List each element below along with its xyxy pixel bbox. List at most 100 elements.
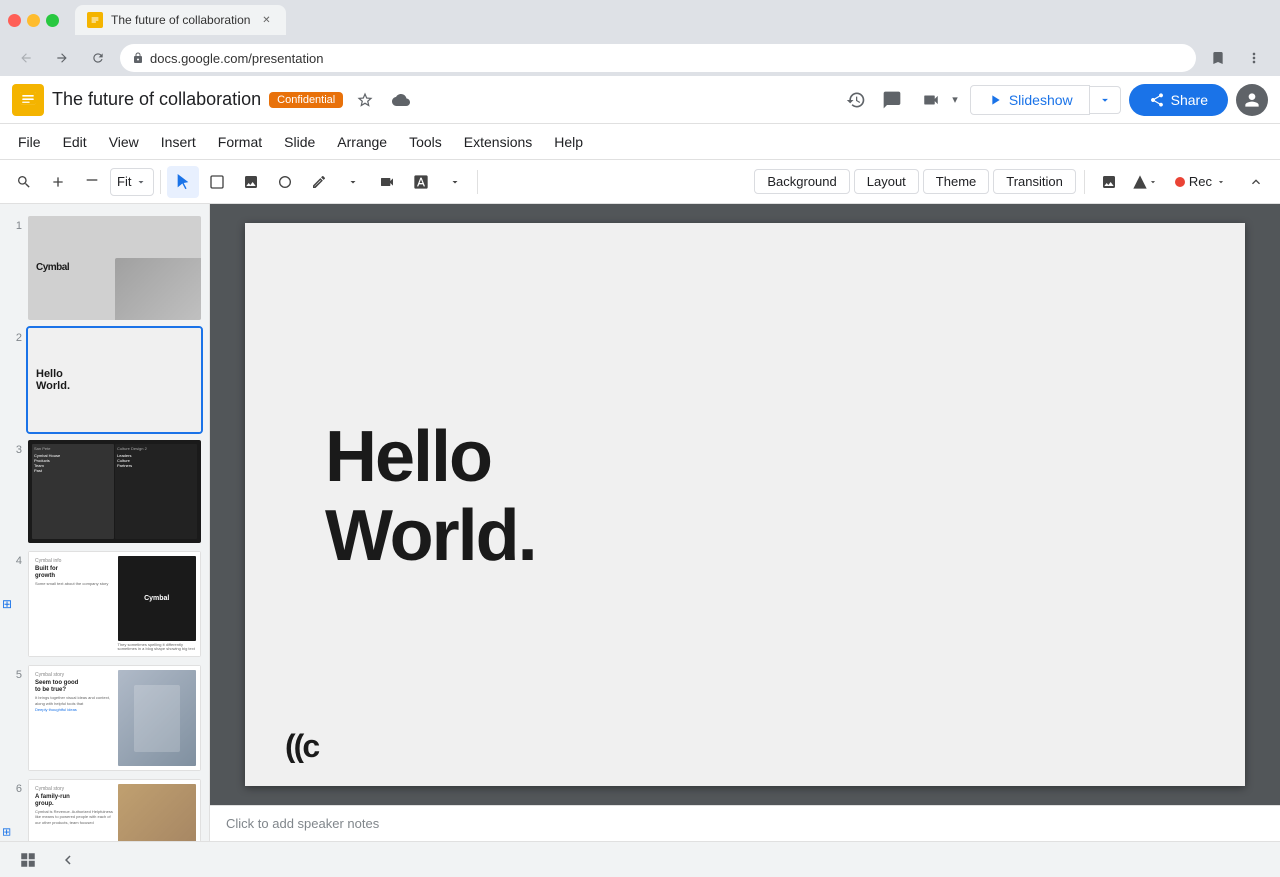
menu-file[interactable]: File: [8, 130, 51, 154]
slide-main-text: Hello World.: [325, 417, 536, 575]
toolbar-divider-3: [1084, 170, 1085, 194]
menu-edit[interactable]: Edit: [53, 130, 97, 154]
slide-thumb-6[interactable]: Cymbal story A family-rungroup. Cymbal i…: [28, 779, 201, 841]
traffic-lights: [8, 14, 59, 27]
collapse-panel-button[interactable]: [52, 844, 84, 876]
menu-arrange[interactable]: Arrange: [327, 130, 397, 154]
slide-logo: ((c: [285, 727, 339, 763]
menu-extensions[interactable]: Extensions: [454, 130, 542, 154]
browser-tab[interactable]: The future of collaboration ✕: [75, 5, 286, 35]
more-options-button[interactable]: [1240, 44, 1268, 72]
line-tool-button[interactable]: [303, 166, 335, 198]
cursor-tool-button[interactable]: [167, 166, 199, 198]
video-tool-button[interactable]: [371, 166, 403, 198]
slide-canvas[interactable]: Hello World. ((c: [245, 223, 1245, 786]
bookmark-button[interactable]: [1204, 44, 1232, 72]
menu-bar: File Edit View Insert Format Slide Arran…: [0, 124, 1280, 160]
menu-help[interactable]: Help: [544, 130, 593, 154]
canvas-container: Hello World. ((c Cli: [210, 204, 1280, 841]
video-button-group: ▾: [914, 87, 962, 113]
slideshow-button[interactable]: Slideshow: [970, 85, 1090, 115]
toolbar-right: Background Layout Theme Transition Rec: [754, 166, 1272, 198]
slide-thumb-4[interactable]: Cymbal info Built forgrowth Some small t…: [28, 551, 201, 657]
slideshow-dropdown-button[interactable]: [1090, 86, 1121, 114]
slide-item-3[interactable]: 3 San Pete Cymbal House Products Team Pa…: [0, 436, 209, 548]
slide-thumb-2[interactable]: HelloWorld.: [28, 328, 201, 432]
reload-button[interactable]: [84, 44, 112, 72]
user-avatar[interactable]: [1236, 84, 1268, 116]
toolbar: Fit Background Layout Theme Transition: [0, 160, 1280, 204]
cymbal-icon: ((c: [285, 727, 337, 763]
menu-tools[interactable]: Tools: [399, 130, 452, 154]
close-window-button[interactable]: [8, 14, 21, 27]
insert-image-button[interactable]: [1093, 166, 1125, 198]
transition-button[interactable]: Transition: [993, 169, 1076, 194]
slide-canvas-content: Hello World. ((c: [245, 223, 1245, 786]
slide-thumb-5[interactable]: Cymbal story Seem too goodto be true? It…: [28, 665, 201, 771]
zoom-selector[interactable]: Fit: [110, 168, 154, 196]
app-logo: [12, 84, 44, 116]
forward-button[interactable]: [48, 44, 76, 72]
bottom-bar: [0, 841, 1280, 877]
grid-view-button[interactable]: [12, 844, 44, 876]
back-button[interactable]: [12, 44, 40, 72]
slide-number-5: 5: [8, 665, 22, 681]
image-tool-button[interactable]: [235, 166, 267, 198]
select-tool-button[interactable]: [201, 166, 233, 198]
doc-title: The future of collaboration: [52, 89, 261, 110]
rec-dot-icon: [1175, 177, 1185, 187]
slide-item-4[interactable]: 4 ⊞ Cymbal info Built forgrowth Some sma…: [0, 547, 209, 661]
shapes-dropdown-button[interactable]: [1129, 166, 1161, 198]
main-content: 1 Cymbal 2 HelloWorld.: [0, 204, 1280, 841]
menu-insert[interactable]: Insert: [151, 130, 206, 154]
shapes-tool-button[interactable]: [269, 166, 301, 198]
search-tool-button[interactable]: [8, 166, 40, 198]
address-bar: docs.google.com/presentation: [0, 40, 1280, 76]
menu-slide[interactable]: Slide: [274, 130, 325, 154]
text-box-dropdown[interactable]: [439, 166, 471, 198]
maximize-window-button[interactable]: [46, 14, 59, 27]
slide-panel: 1 Cymbal 2 HelloWorld.: [0, 204, 210, 841]
share-button[interactable]: Share: [1129, 84, 1228, 116]
collapse-toolbar-button[interactable]: [1240, 166, 1272, 198]
history-button[interactable]: [842, 86, 870, 114]
slide-number-3: 3: [8, 440, 22, 456]
layout-button[interactable]: Layout: [854, 169, 919, 194]
slide-item-2[interactable]: 2 HelloWorld.: [0, 324, 209, 436]
slide-number-6: 6: [8, 779, 22, 795]
url-text: docs.google.com/presentation: [150, 51, 323, 66]
slide-item-5[interactable]: 5 Cymbal story Seem too goodto be true? …: [0, 661, 209, 775]
toolbar-divider-1: [160, 170, 161, 194]
slide-thumb-1[interactable]: Cymbal: [28, 216, 201, 320]
comments-button[interactable]: [878, 86, 906, 114]
slide-number-4: 4: [8, 551, 22, 567]
tab-title: The future of collaboration: [111, 13, 250, 27]
video-dropdown-button[interactable]: ▾: [948, 89, 962, 110]
star-button[interactable]: [351, 86, 379, 114]
zoom-out-button[interactable]: [76, 166, 108, 198]
tab-favicon: [87, 12, 103, 28]
slide-number-1: 1: [8, 216, 22, 232]
svg-text:((c: ((c: [285, 728, 319, 763]
slide-thumb-3[interactable]: San Pete Cymbal House Products Team Past…: [28, 440, 201, 544]
slide-item-1[interactable]: 1 Cymbal: [0, 212, 209, 324]
menu-view[interactable]: View: [99, 130, 149, 154]
background-button[interactable]: Background: [754, 169, 849, 194]
theme-button[interactable]: Theme: [923, 169, 989, 194]
text-tool-button[interactable]: [405, 166, 437, 198]
menu-format[interactable]: Format: [208, 130, 272, 154]
line-tool-dropdown[interactable]: [337, 166, 369, 198]
app-header: The future of collaboration Confidential…: [0, 76, 1280, 124]
url-bar[interactable]: docs.google.com/presentation: [120, 44, 1196, 72]
rec-button[interactable]: Rec: [1165, 170, 1236, 193]
canvas-area[interactable]: Hello World. ((c: [210, 204, 1280, 805]
drive-button[interactable]: [387, 86, 415, 114]
video-meet-button[interactable]: [914, 87, 948, 113]
slide-item-6[interactable]: 6 ⊞ Cymbal story A family-rungroup. Cymb…: [0, 775, 209, 841]
tab-close-button[interactable]: ✕: [258, 12, 274, 28]
confidential-badge: Confidential: [269, 92, 343, 108]
speaker-notes[interactable]: Click to add speaker notes: [210, 805, 1280, 841]
minimize-window-button[interactable]: [27, 14, 40, 27]
zoom-in-button[interactable]: [42, 166, 74, 198]
browser-chrome: The future of collaboration ✕: [0, 0, 1280, 40]
